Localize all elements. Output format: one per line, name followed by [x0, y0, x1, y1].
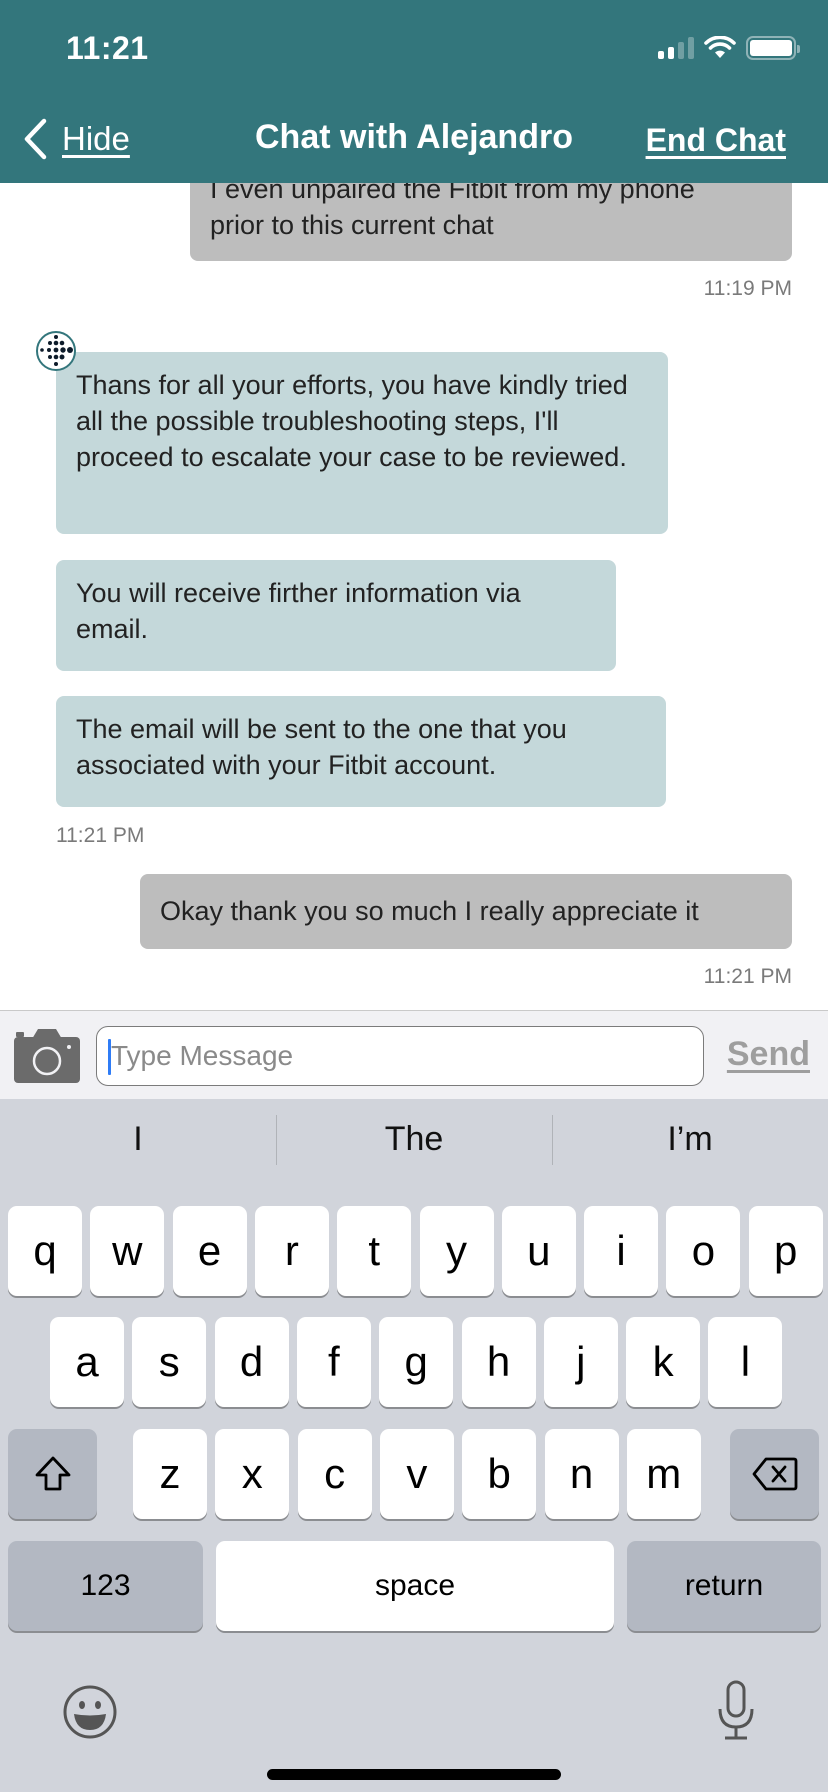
key-s[interactable]: s: [132, 1317, 207, 1407]
message-input[interactable]: [96, 1026, 704, 1086]
text-caret: [108, 1039, 111, 1075]
key-r[interactable]: r: [254, 1206, 329, 1296]
key-y[interactable]: y: [419, 1206, 494, 1296]
emoji-icon[interactable]: [62, 1684, 118, 1740]
hide-button[interactable]: Hide: [22, 118, 130, 160]
cellular-signal-icon: [658, 37, 694, 59]
suggestion-item[interactable]: I’m: [552, 1113, 828, 1165]
key-g[interactable]: g: [379, 1317, 454, 1407]
key-a[interactable]: a: [50, 1317, 124, 1407]
message-text: I even unpaired the Fitbit from my phone: [210, 183, 695, 204]
key-u[interactable]: u: [501, 1206, 576, 1296]
agent-avatar: [36, 331, 76, 371]
backspace-key[interactable]: [730, 1429, 819, 1519]
message-composer: Send: [0, 1010, 828, 1099]
key-m[interactable]: m: [626, 1429, 701, 1519]
key-v[interactable]: v: [379, 1429, 454, 1519]
key-w[interactable]: w: [90, 1206, 165, 1296]
key-z[interactable]: z: [133, 1429, 207, 1519]
fitbit-logo-icon: [40, 335, 73, 366]
status-icons: [658, 36, 800, 60]
delete-icon: [752, 1457, 797, 1491]
microphone-icon[interactable]: [712, 1679, 760, 1743]
camera-icon[interactable]: [14, 1029, 80, 1083]
key-f[interactable]: f: [296, 1317, 371, 1407]
space-key[interactable]: space: [216, 1541, 614, 1631]
header: 11:21 Hide Chat with Alejandro End Chat: [0, 0, 828, 183]
key-e[interactable]: e: [172, 1206, 247, 1296]
message-bubble-user: Okay thank you so much I really apprecia…: [140, 874, 792, 949]
shift-icon: [35, 1456, 70, 1491]
key-q[interactable]: q: [8, 1206, 82, 1296]
key-l[interactable]: l: [708, 1317, 783, 1407]
key-o[interactable]: o: [666, 1206, 741, 1296]
message-bubble-agent: You will receive firther information via…: [56, 560, 616, 671]
key-k[interactable]: k: [626, 1317, 701, 1407]
key-n[interactable]: n: [544, 1429, 619, 1519]
hide-label: Hide: [62, 120, 130, 157]
message-timestamp: 11:21 PM: [703, 965, 792, 988]
home-indicator[interactable]: [267, 1769, 561, 1780]
battery-icon: [746, 36, 800, 60]
key-c[interactable]: c: [297, 1429, 372, 1519]
numbers-key[interactable]: 123: [8, 1541, 203, 1631]
keyboard: I The I’m qwertyuiop asdfghjkl zxcvbnm 123…: [0, 1099, 828, 1792]
message-bubble-user: I even unpaired the Fitbit from my phone…: [190, 183, 792, 261]
wifi-icon: [704, 36, 736, 58]
message-bubble-agent: Thans for all your efforts, you have kin…: [56, 352, 668, 534]
key-j[interactable]: j: [543, 1317, 618, 1407]
end-chat-button[interactable]: End Chat: [646, 122, 786, 159]
message-timestamp: 11:21 PM: [56, 824, 145, 847]
screen: 11:21 Hide Chat with Alejandro End Chat …: [0, 0, 828, 1792]
chevron-left-icon: [24, 118, 47, 160]
nav-bar: Hide Chat with Alejandro End Chat: [0, 112, 828, 168]
key-b[interactable]: b: [462, 1429, 537, 1519]
key-x[interactable]: x: [215, 1429, 290, 1519]
key-t[interactable]: t: [337, 1206, 412, 1296]
chat-transcript[interactable]: I even unpaired the Fitbit from my phone…: [0, 183, 828, 1011]
message-bubble-agent: The email will be sent to the one that y…: [56, 696, 666, 807]
suggestion-item[interactable]: The: [276, 1113, 552, 1165]
key-h[interactable]: h: [461, 1317, 536, 1407]
status-time: 11:21: [66, 30, 149, 66]
suggestion-item[interactable]: I: [0, 1113, 276, 1165]
key-i[interactable]: i: [584, 1206, 659, 1296]
suggestion-bar: I The I’m: [0, 1113, 828, 1165]
send-button[interactable]: Send: [727, 1035, 810, 1074]
message-timestamp: 11:19 PM: [703, 277, 792, 300]
key-p[interactable]: p: [748, 1206, 823, 1296]
shift-key[interactable]: [8, 1429, 97, 1519]
return-key[interactable]: return: [627, 1541, 821, 1631]
message-text: prior to this current chat: [210, 210, 494, 240]
key-d[interactable]: d: [214, 1317, 289, 1407]
